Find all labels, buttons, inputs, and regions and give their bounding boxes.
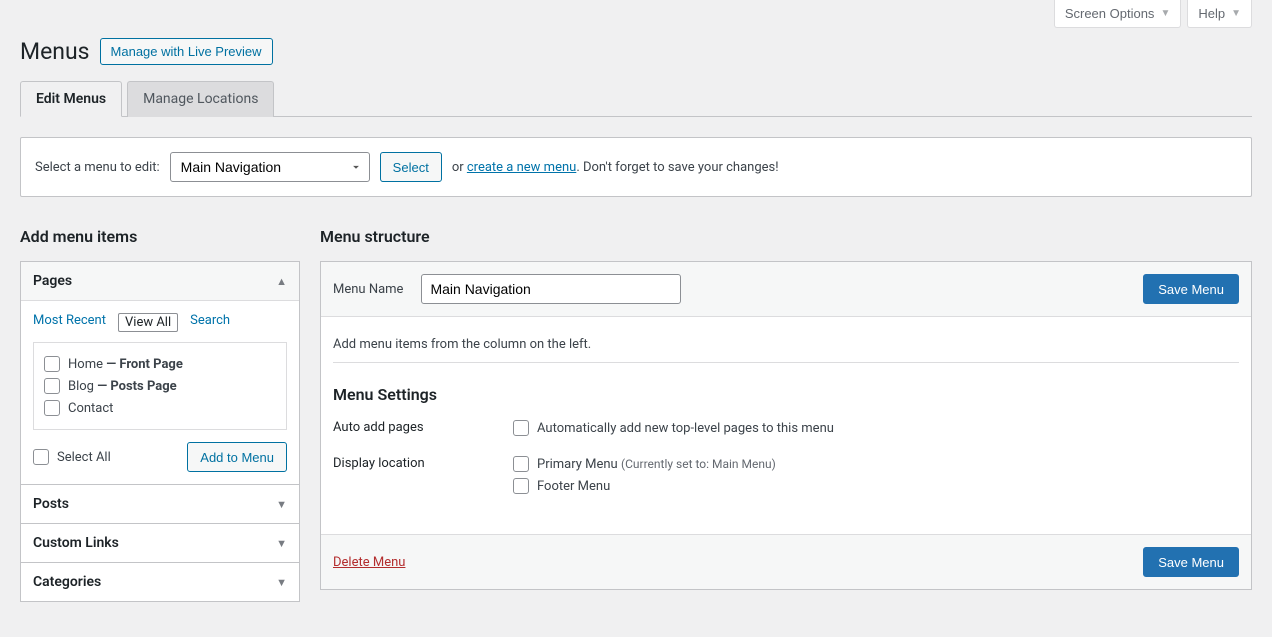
select-menu-label: Select a menu to edit: [35, 160, 160, 175]
metabox-custom-links: Custom Links ▼ [20, 524, 300, 563]
location-footer[interactable]: Footer Menu [513, 478, 776, 494]
menu-name-input[interactable] [421, 274, 681, 304]
add-items-title: Add menu items [20, 227, 300, 246]
metabox-custom-links-header[interactable]: Custom Links ▼ [21, 524, 299, 562]
auto-add-checkbox[interactable] [513, 420, 529, 436]
menu-select-bar: Select a menu to edit: Main Navigation S… [20, 137, 1252, 197]
select-all-checkbox[interactable] [33, 449, 49, 465]
metabox-categories-title: Categories [33, 574, 101, 590]
tab-edit-menus[interactable]: Edit Menus [20, 81, 122, 117]
page-checkbox[interactable] [44, 400, 60, 416]
screen-options-label: Screen Options [1065, 6, 1155, 21]
caret-down-icon: ▼ [1231, 8, 1241, 19]
top-options-bar: Screen Options ▼ Help ▼ [0, 0, 1272, 28]
caret-down-icon: ▼ [276, 537, 287, 550]
select-or-text: or create a new menu. Don't forget to sa… [452, 160, 779, 175]
empty-structure-message: Add menu items from the column on the le… [333, 337, 1239, 352]
location-primary[interactable]: Primary Menu (Currently set to: Main Men… [513, 456, 776, 472]
help-button[interactable]: Help ▼ [1187, 0, 1252, 28]
caret-down-icon: ▼ [276, 498, 287, 511]
menu-select-dropdown[interactable]: Main Navigation [170, 152, 370, 182]
location-primary-checkbox[interactable] [513, 456, 529, 472]
metabox-posts: Posts ▼ [20, 485, 300, 524]
caret-down-icon: ▼ [1160, 8, 1170, 19]
caret-up-icon: ▲ [276, 275, 287, 288]
page-item[interactable]: Blog — Posts Page [44, 375, 276, 397]
metabox-pages-header[interactable]: Pages ▲ [21, 262, 299, 300]
page-checkbox[interactable] [44, 356, 60, 372]
metabox-custom-links-title: Custom Links [33, 535, 119, 551]
create-menu-link[interactable]: create a new menu [467, 160, 576, 175]
display-location-label: Display location [333, 456, 513, 500]
help-label: Help [1198, 6, 1225, 21]
live-preview-button[interactable]: Manage with Live Preview [100, 38, 273, 65]
save-menu-button-top[interactable]: Save Menu [1143, 274, 1239, 304]
auto-add-label: Auto add pages [333, 420, 513, 442]
caret-down-icon: ▼ [276, 576, 287, 589]
tab-manage-locations[interactable]: Manage Locations [127, 81, 274, 117]
page-title: Menus [20, 38, 90, 65]
menu-structure-title: Menu structure [320, 227, 1252, 246]
select-button[interactable]: Select [380, 152, 442, 182]
pages-list: Home — Front Page Blog — Posts Page Cont… [33, 342, 287, 430]
add-to-menu-button[interactable]: Add to Menu [187, 442, 287, 472]
metabox-posts-header[interactable]: Posts ▼ [21, 485, 299, 523]
pages-subtabs: Most Recent View All Search [33, 313, 287, 332]
metabox-posts-title: Posts [33, 496, 69, 512]
delete-menu-link[interactable]: Delete Menu [333, 555, 405, 570]
save-menu-button-bottom[interactable]: Save Menu [1143, 547, 1239, 577]
subtab-most-recent[interactable]: Most Recent [33, 313, 106, 332]
select-all-label[interactable]: Select All [33, 449, 111, 465]
menu-structure-box: Menu Name Save Menu Add menu items from … [320, 261, 1252, 590]
page-header: Menus Manage with Live Preview [20, 28, 1252, 80]
metabox-pages: Pages ▲ Most Recent View All Search Home… [20, 261, 300, 485]
auto-add-option[interactable]: Automatically add new top-level pages to… [513, 420, 834, 436]
subtab-search[interactable]: Search [190, 313, 230, 332]
screen-options-button[interactable]: Screen Options ▼ [1054, 0, 1182, 28]
page-item[interactable]: Contact [44, 397, 276, 419]
metabox-categories: Categories ▼ [20, 563, 300, 602]
nav-tabs: Edit Menus Manage Locations [20, 80, 1252, 117]
menu-settings-title: Menu Settings [333, 362, 1239, 404]
menu-name-label: Menu Name [333, 282, 403, 297]
location-footer-checkbox[interactable] [513, 478, 529, 494]
subtab-view-all[interactable]: View All [118, 313, 178, 332]
page-item[interactable]: Home — Front Page [44, 353, 276, 375]
page-checkbox[interactable] [44, 378, 60, 394]
metabox-pages-title: Pages [33, 273, 72, 289]
metabox-categories-header[interactable]: Categories ▼ [21, 563, 299, 601]
